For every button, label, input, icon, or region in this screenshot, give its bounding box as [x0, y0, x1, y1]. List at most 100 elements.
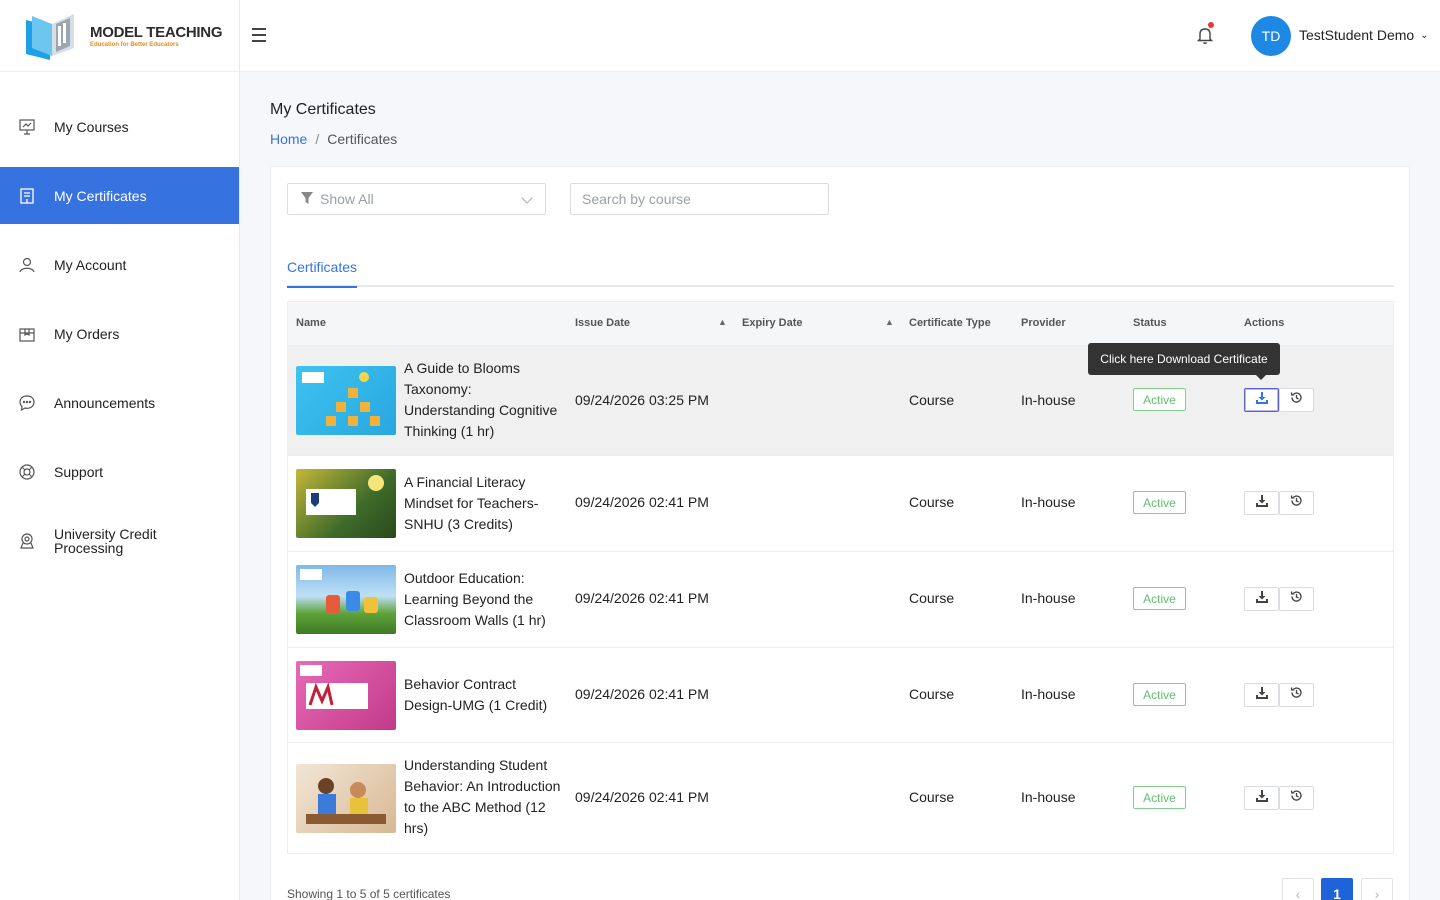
- pagination-page-1[interactable]: 1: [1321, 878, 1353, 900]
- download-certificate-button[interactable]: [1244, 683, 1279, 707]
- download-icon: [1255, 494, 1268, 512]
- sidebar-item-support[interactable]: Support: [0, 443, 239, 500]
- tab-certificates[interactable]: Certificates: [287, 259, 358, 288]
- certificates-card: Show All Certificates Name Issue Date ▲︎…: [270, 166, 1410, 900]
- status-badge: Active: [1133, 587, 1186, 610]
- avatar[interactable]: TD: [1251, 16, 1291, 56]
- course-thumbnail: [296, 661, 396, 730]
- course-name: A Financial Literacy Mindset for Teacher…: [404, 474, 539, 532]
- certificate-history-button[interactable]: [1279, 587, 1314, 611]
- provider: In-house: [1021, 392, 1076, 408]
- brand-title: MODEL TEACHING: [90, 23, 223, 41]
- pagination-next-button[interactable]: ›: [1361, 878, 1393, 900]
- col-status: Status: [1133, 317, 1167, 329]
- course-thumbnail: [296, 764, 396, 833]
- download-certificate-button[interactable]: [1244, 388, 1279, 412]
- logo[interactable]: MODEL TEACHING Education for Better Educ…: [0, 0, 239, 72]
- breadcrumb-home-link[interactable]: Home: [270, 131, 307, 147]
- download-certificate-button[interactable]: [1244, 786, 1279, 810]
- presentation-icon: [18, 118, 36, 136]
- brand-tagline: Education for Better Educators: [90, 41, 179, 48]
- certificate-type: Course: [909, 686, 955, 702]
- notification-bell-icon[interactable]: [1196, 22, 1214, 45]
- course-name: Outdoor Education: Learning Beyond the C…: [404, 570, 546, 628]
- user-icon: [18, 256, 36, 274]
- history-icon: [1290, 494, 1303, 512]
- status-badge: Active: [1133, 786, 1186, 809]
- course-name: Behavior Contract Design-UMG (1 Credit): [404, 676, 548, 713]
- certificate-type: Course: [909, 392, 955, 408]
- sidebar-item-label: University Credit Processing: [54, 525, 157, 556]
- funnel-icon: [300, 191, 314, 208]
- pagination-prev-button[interactable]: ‹: [1282, 878, 1314, 900]
- certificate-type: Course: [909, 590, 955, 606]
- download-icon: [1255, 391, 1268, 409]
- lifebuoy-icon: [18, 463, 36, 481]
- hamburger-menu-icon[interactable]: [252, 28, 266, 42]
- col-issue-date[interactable]: Issue Date: [575, 317, 630, 329]
- sidebar-item-label: Announcements: [54, 394, 156, 411]
- tabs-bar: Certificates: [287, 251, 1394, 288]
- certificate-history-button[interactable]: [1279, 683, 1314, 707]
- sidebar-item-announcements[interactable]: Announcements: [0, 374, 239, 431]
- provider: In-house: [1021, 590, 1076, 606]
- course-thumbnail: [296, 565, 396, 634]
- sidebar-item-label: My Certificates: [54, 187, 147, 204]
- certificate-history-button[interactable]: [1279, 388, 1314, 412]
- course-name: A Guide to Blooms Taxonomy: Understandin…: [404, 360, 558, 439]
- sidebar-item-my-orders[interactable]: My Orders: [0, 305, 239, 362]
- table-row: A Financial Literacy Mindset for Teacher…: [288, 456, 1393, 552]
- download-certificate-button[interactable]: [1244, 587, 1279, 611]
- location-badge-icon: [18, 532, 36, 550]
- status-badge: Active: [1133, 683, 1186, 706]
- issue-date: 09/24/2026 02:41 PM: [575, 590, 709, 606]
- certificate-history-button[interactable]: [1279, 786, 1314, 810]
- issue-date: 09/24/2026 02:41 PM: [575, 494, 709, 510]
- sort-icon[interactable]: ▲︎: [718, 317, 727, 327]
- table-row: A Guide to Blooms Taxonomy: Understandin…: [288, 343, 1393, 456]
- search-input[interactable]: [570, 183, 829, 215]
- col-name: Name: [296, 317, 326, 329]
- user-name-label: TestStudent Demo: [1299, 27, 1415, 43]
- book-logo-icon: [22, 10, 84, 62]
- user-menu[interactable]: TestStudent Demo ⌄: [1299, 27, 1429, 43]
- sidebar-item-my-certificates[interactable]: My Certificates: [0, 167, 239, 224]
- sidebar-item-label: My Orders: [54, 325, 120, 342]
- sidebar-item-label: Support: [54, 463, 104, 480]
- provider: In-house: [1021, 494, 1076, 510]
- history-icon: [1290, 686, 1303, 704]
- course-thumbnail: [296, 366, 396, 435]
- sort-icon[interactable]: ▲︎: [885, 317, 894, 327]
- history-icon: [1290, 391, 1303, 409]
- course-name: Understanding Student Behavior: An Intro…: [404, 757, 561, 836]
- pagination-info: Showing 1 to 5 of 5 certificates: [287, 887, 451, 900]
- provider: In-house: [1021, 686, 1076, 702]
- table-header: Name Issue Date ▲︎ Expiry Date ▲︎ Certif…: [288, 302, 1393, 346]
- sidebar-item-university-credit-processing[interactable]: University Credit Processing: [0, 512, 239, 569]
- breadcrumb: Home / Certificates: [270, 131, 397, 147]
- col-certificate-type: Certificate Type: [909, 317, 991, 329]
- download-certificate-button[interactable]: [1244, 491, 1279, 515]
- download-icon: [1255, 686, 1268, 704]
- status-filter-select[interactable]: Show All: [287, 183, 546, 215]
- course-thumbnail: [296, 469, 396, 538]
- download-icon: [1255, 590, 1268, 608]
- provider: In-house: [1021, 789, 1076, 805]
- issue-date: 09/24/2026 02:41 PM: [575, 686, 709, 702]
- certificate-icon: [18, 187, 36, 205]
- col-provider: Provider: [1021, 317, 1066, 329]
- issue-date: 09/24/2026 02:41 PM: [575, 789, 709, 805]
- sidebar-item-my-courses[interactable]: My Courses: [0, 98, 239, 155]
- sidebar-nav: My Courses My Certificates My Account My…: [0, 98, 239, 569]
- col-expiry-date[interactable]: Expiry Date: [742, 317, 803, 329]
- table-row: Understanding Student Behavior: An Intro…: [288, 743, 1393, 853]
- status-badge: Active: [1133, 388, 1186, 411]
- certificate-type: Course: [909, 494, 955, 510]
- filter-select-value: Show All: [320, 191, 374, 207]
- sidebar-item-label: My Account: [54, 256, 127, 273]
- sidebar-item-my-account[interactable]: My Account: [0, 236, 239, 293]
- certificate-history-button[interactable]: [1279, 491, 1314, 515]
- page-title: My Certificates: [270, 101, 376, 118]
- history-icon: [1290, 789, 1303, 807]
- table-row: Outdoor Education: Learning Beyond the C…: [288, 552, 1393, 648]
